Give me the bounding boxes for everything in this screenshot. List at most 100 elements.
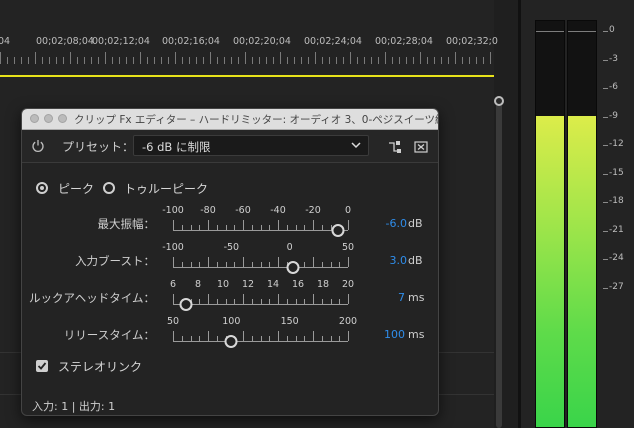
slider-tick [260, 225, 262, 230]
slider-track[interactable] [173, 230, 348, 231]
slider-tick [339, 336, 341, 341]
preset-delete-icon[interactable] [414, 139, 428, 153]
slider-tick [269, 299, 271, 304]
slider-tick [348, 257, 349, 267]
slider-tick [304, 299, 306, 304]
slider-tick-label: 16 [291, 279, 305, 290]
slider-tick [269, 336, 271, 341]
db-scale-label: 0 [609, 25, 615, 35]
db-scale-label: -27 [609, 281, 624, 292]
slider-tick [260, 299, 262, 304]
work-area-bar[interactable] [0, 75, 494, 77]
input-boost-value[interactable]: 3.0 [390, 254, 408, 267]
peak-radio-label[interactable]: ピーク [58, 180, 94, 197]
slider-tick-label: 10 [216, 279, 230, 290]
slider-thumb[interactable] [224, 335, 238, 348]
ruler-time-label: 00;02;08;04 [36, 36, 94, 47]
slider-tick [234, 262, 236, 267]
ruler-time-label: 00;02;20;04 [233, 36, 291, 47]
preset-value: -6 dB に制限 [142, 140, 211, 154]
max-amplitude-value[interactable]: -6.0 [386, 217, 407, 230]
ruler-time-label: 00;02;28;04 [375, 36, 433, 47]
max-amplitude-slider[interactable]: -100 -80 -60 -40 -20 0 [162, 205, 352, 245]
release-time-value[interactable]: 100 [384, 328, 405, 341]
slider-tick [216, 262, 218, 267]
io-channels-info: 入力: 1 | 出力: 1 [32, 400, 116, 413]
slider-tick [208, 257, 209, 267]
checkmark-icon [37, 362, 47, 370]
slider-tick [321, 336, 323, 341]
dialog-titlebar[interactable]: クリップ Fx エディター – ハードリミッター: オーディオ 3、0-ペジスイ… [22, 109, 438, 130]
time-ruler[interactable]: 04 00;02;08;04 00;02;12;04 00;02;16;04 00;02… [0, 36, 498, 50]
db-scale-tick [603, 59, 608, 61]
chevron-down-icon [351, 142, 361, 149]
meter-peak-line [568, 31, 596, 32]
slider-thumb[interactable] [179, 298, 192, 311]
slider-track[interactable] [173, 267, 348, 268]
slider-tick [348, 220, 349, 230]
slider-thumb[interactable] [286, 261, 300, 274]
timeline-scroll-handle[interactable] [494, 96, 504, 106]
stereo-link-label[interactable]: ステレオリンク [58, 358, 142, 375]
max-amplitude-unit: dB [408, 217, 423, 230]
slider-thumb[interactable] [331, 224, 344, 237]
db-scale-label: -3 [609, 53, 618, 64]
slider-track[interactable] [173, 304, 348, 305]
power-icon[interactable] [31, 138, 47, 154]
release-time-unit: ms [408, 328, 425, 341]
slider-tick-label: 0 [344, 205, 352, 216]
db-scale-label: -6 [609, 82, 618, 92]
slider-tick [339, 262, 341, 267]
slider-tick-label: -20 [305, 205, 321, 216]
lookahead-time-label: ルックアヘッドタイム： [28, 291, 155, 305]
db-scale-tick [603, 88, 608, 89]
preset-dropdown[interactable]: -6 dB に制限 [133, 135, 369, 156]
ruler-time-label: 00;02;16;04 [162, 36, 220, 47]
slider-tick [278, 331, 279, 341]
slider-tick [330, 299, 332, 304]
db-scale-label: -15 [609, 167, 624, 178]
slider-tick [216, 299, 218, 304]
slider-tick-label: 50 [166, 316, 180, 327]
stereo-link-checkbox[interactable] [36, 360, 48, 372]
slider-tick [173, 294, 174, 304]
db-scale-tick [603, 145, 608, 146]
slider-tick [321, 262, 323, 267]
slider-tick-label: 20 [341, 279, 355, 290]
slider-tick [225, 262, 227, 267]
release-time-slider[interactable]: 50 100 150 200 [167, 316, 357, 356]
slider-tick [260, 262, 262, 267]
slider-tick [181, 225, 183, 230]
lookahead-time-value[interactable]: 7 [398, 291, 405, 304]
peak-radio[interactable] [36, 182, 48, 194]
lookahead-time-slider[interactable]: 6 8 10 12 14 16 18 20 [170, 279, 354, 319]
effect-toolbar: プリセット： -6 dB に制限 [22, 130, 438, 163]
true-peak-radio[interactable] [103, 182, 115, 194]
slider-tick [199, 336, 201, 341]
slider-tick [286, 225, 288, 230]
ruler-time-label: 00;02;12;04 [92, 36, 150, 47]
zoom-window-button[interactable] [58, 114, 67, 123]
true-peak-radio-label[interactable]: トゥルーピーク [124, 180, 208, 197]
slider-tick [190, 336, 192, 341]
input-boost-label: 入力ブースト： [75, 254, 155, 268]
slider-tick [330, 336, 332, 341]
slider-tick-label: 18 [316, 279, 330, 290]
slider-tick [234, 299, 236, 304]
slider-tick [190, 225, 192, 230]
slider-tick [251, 225, 253, 230]
close-window-button[interactable] [30, 114, 39, 123]
slider-tick [278, 220, 279, 230]
slider-track[interactable] [173, 341, 348, 342]
minimize-window-button[interactable] [44, 114, 53, 123]
slider-tick [339, 299, 341, 304]
input-boost-slider[interactable]: -100 -50 0 50 [162, 242, 354, 282]
preset-save-icon[interactable] [388, 139, 402, 153]
timeline-scrollbar[interactable] [496, 96, 502, 428]
slider-tick-label: -100 [162, 205, 184, 216]
db-scale-tick [603, 173, 608, 175]
slider-tick [260, 336, 262, 341]
slider-tick-label: -40 [270, 205, 286, 216]
slider-tick [304, 262, 306, 267]
slider-tick [216, 225, 218, 230]
